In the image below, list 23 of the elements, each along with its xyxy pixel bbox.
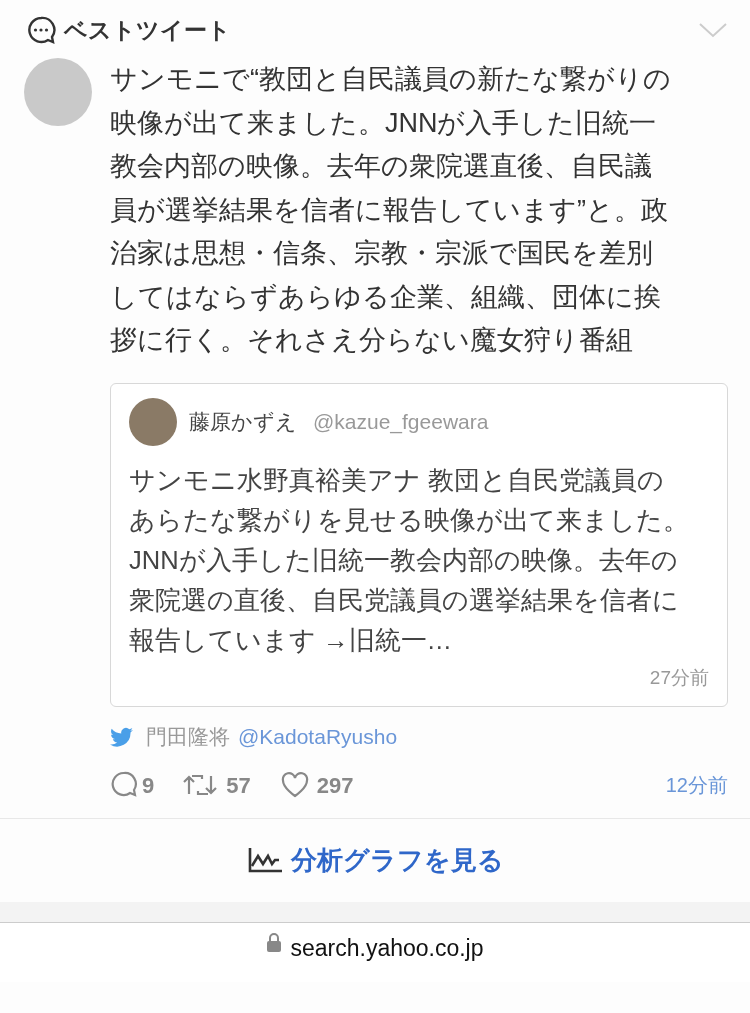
speech-bubble-icon[interactable] xyxy=(110,771,138,799)
quoted-tweet-text: サンモニ水野真裕美アナ 教団と自民党議員のあらたな繋がりを見せる映像が出て来ました。JNNが入手した旧統一教会内部の映像。去年の衆院選の直後、自民党議員の選挙結果を信者に報告しています →旧統一… xyxy=(129,464,689,656)
author-name: 藤原かずえ xyxy=(189,408,297,435)
section-title: ベストツイート xyxy=(64,15,231,45)
quoted-tweet-card[interactable]: 藤原かずえ @kazue_fgeewara サンモニ水野真裕美アナ 教団と自民党議員のあらたな繋がりを見せる映像が出て来ました。JNNが入手した旧統一教会内部の映像。去年の衆院選の直後、自民党議員の選挙結果を信者に報告しています →旧統一… 27分前 xyxy=(110,382,728,707)
retweet-icon[interactable] xyxy=(182,772,219,798)
timestamp[interactable]: 12分前 xyxy=(665,770,728,800)
retweet-count: 57 xyxy=(226,771,251,800)
bird-icon xyxy=(110,726,134,747)
speech-bubble-icon xyxy=(26,15,56,45)
lock-icon xyxy=(266,930,283,953)
avatar xyxy=(129,397,177,446)
reply-count: 9 xyxy=(142,771,155,800)
author-name: 門田隆将 xyxy=(146,724,230,750)
heart-icon[interactable] xyxy=(280,772,309,798)
url-text[interactable]: search.yahoo.co.jp xyxy=(290,930,484,965)
like-count: 297 xyxy=(316,771,354,800)
author-handle[interactable]: @KadotaRyusho xyxy=(238,721,398,753)
tweet-text: サンモニで“教団と自民議員の新たな繋がりの映像が出て来ました。JNNが入手した旧統一教会内部の映像。去年の衆院選直後、自民議員が選挙結果を信者に報告しています”と。政治家は思想・信条、宗教・宗派で国民を差別してはならずあらゆる企業、組織、団体に挨拶に行く。それさえ分らない魔女狩り番組 xyxy=(110,63,672,357)
line-chart-icon xyxy=(246,846,283,874)
timestamp: 27分前 xyxy=(648,665,709,690)
author-handle: @kazue_fgeewara xyxy=(313,408,489,436)
analysis-graph-link[interactable]: 分析グラフを見る xyxy=(290,840,504,880)
